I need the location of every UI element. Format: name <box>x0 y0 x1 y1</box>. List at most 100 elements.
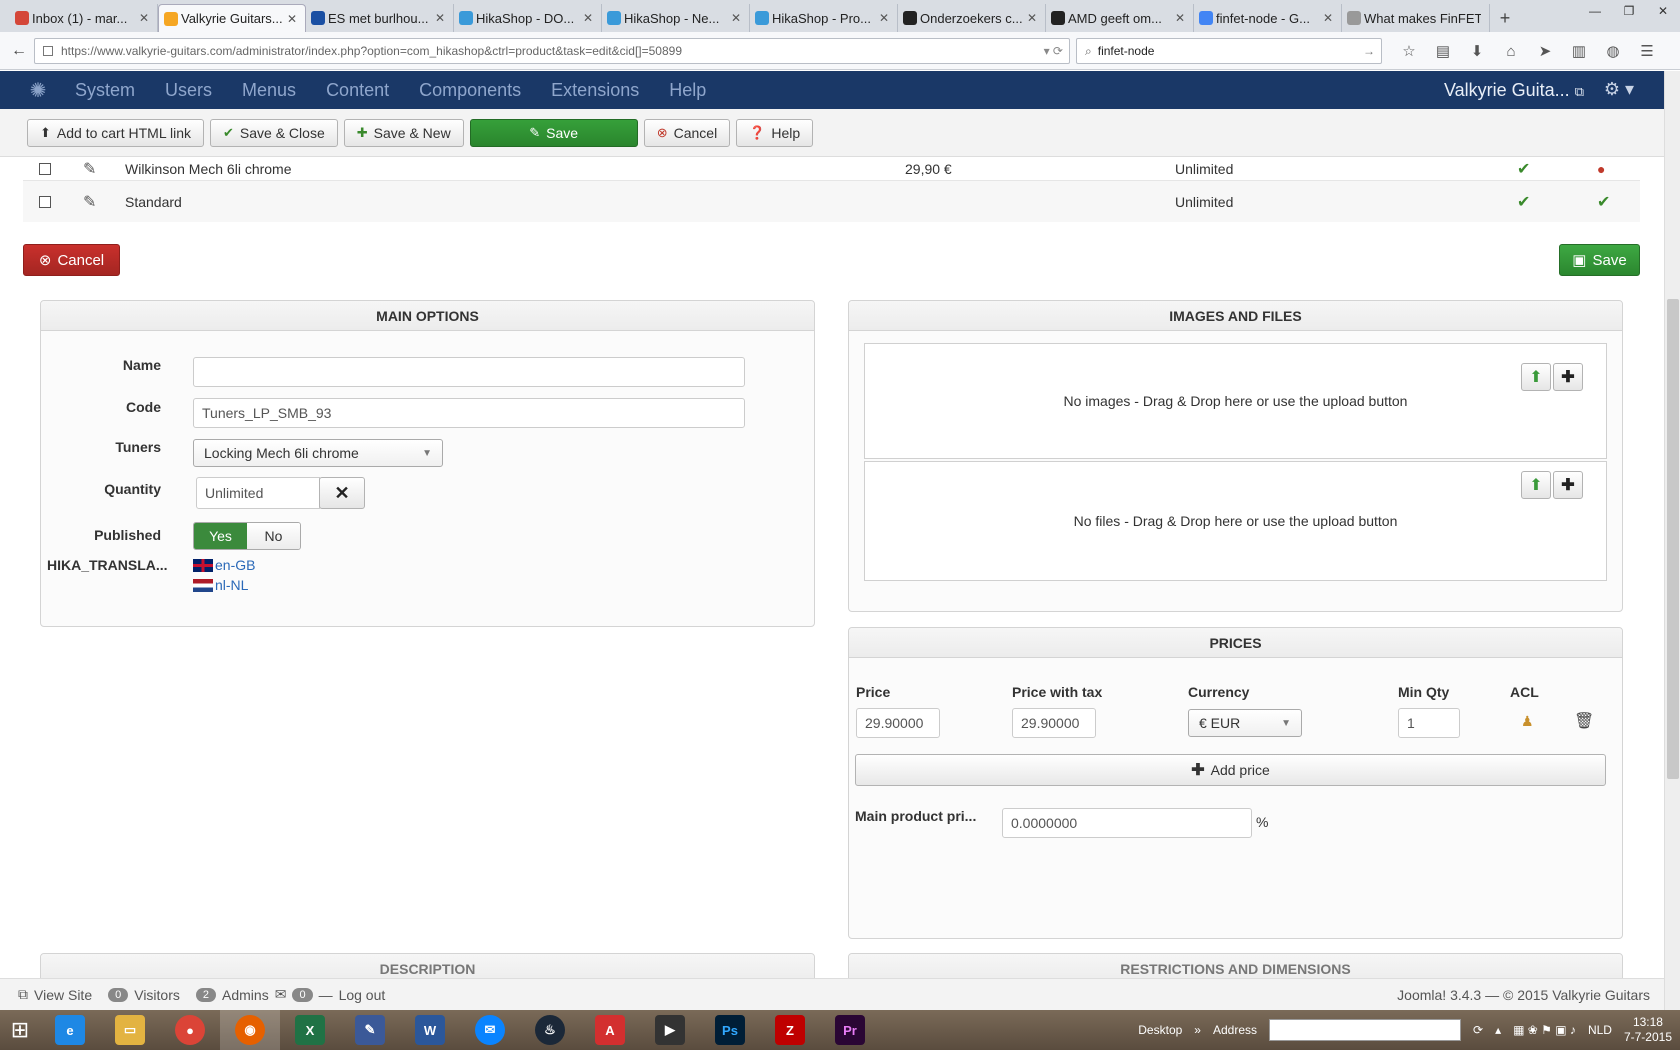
min-qty-input[interactable]: 1 <box>1398 708 1460 738</box>
edit-pencil-icon[interactable]: ✎ <box>83 159 96 179</box>
reader-icon[interactable]: ▥ <box>1562 38 1596 64</box>
main-product-price-input[interactable]: 0.0000000 <box>1002 808 1252 838</box>
reading-list-icon[interactable]: ▤ <box>1426 38 1460 64</box>
joomla-menu-item[interactable]: Help <box>654 80 721 101</box>
price-tax-input[interactable]: 29.90000 <box>1012 708 1096 738</box>
joomla-logo-icon[interactable]: ✺ <box>16 71 60 109</box>
browser-tab[interactable]: ES met burlhou... ✕ <box>306 4 454 32</box>
new-tab-button[interactable]: + <box>1490 4 1520 32</box>
gear-icon[interactable]: ⚙ ▾ <box>1604 79 1634 100</box>
chat-icon[interactable]: ◍ <box>1596 38 1630 64</box>
joomla-menu-item[interactable]: Content <box>311 80 404 101</box>
tuners-select[interactable]: Locking Mech 6li chrome ▼ <box>193 439 443 467</box>
back-icon[interactable]: ← <box>4 36 34 66</box>
tray-up-icon[interactable]: ▴ <box>1495 1023 1501 1037</box>
cancel-button[interactable]: ⊗ Cancel <box>643 118 731 147</box>
photoshop-icon[interactable]: Ps <box>700 1010 760 1050</box>
quantity-input[interactable]: Unlimited <box>196 477 320 509</box>
expand-icon[interactable]: » <box>1194 1023 1201 1037</box>
browser-tab[interactable]: HikaShop - DO... ✕ <box>454 4 602 32</box>
browser-tab[interactable]: Valkyrie Guitars... ✕ <box>158 4 306 32</box>
variant-name[interactable]: Standard <box>125 194 182 210</box>
url-bar[interactable]: https://www.valkyrie-guitars.com/adminis… <box>34 38 1070 64</box>
taskbar-address-input[interactable] <box>1269 1019 1462 1041</box>
files-dropzone[interactable]: No files - Drag & Drop here or use the u… <box>864 461 1607 581</box>
joomla-menu-item[interactable]: System <box>60 80 150 101</box>
browser-tab[interactable]: What makes FinFET... <box>1342 4 1490 32</box>
save-close-button[interactable]: ✔ Save & Close <box>210 118 338 147</box>
refresh-icon[interactable]: ⟳ <box>1473 1023 1483 1037</box>
close-tab-icon[interactable]: ✕ <box>1323 11 1333 25</box>
upload-icon[interactable]: ⬆ <box>1521 363 1551 391</box>
file-explorer-icon[interactable]: ▭ <box>100 1010 160 1050</box>
upload-icon[interactable]: ⬆ <box>1521 471 1551 499</box>
joomla-menu-item[interactable]: Components <box>404 80 536 101</box>
language-indicator[interactable]: NLD <box>1588 1023 1612 1037</box>
firefox-icon[interactable]: ◉ <box>220 1010 280 1050</box>
save-button[interactable]: ✎ Save <box>469 118 638 147</box>
joomla-menu-item[interactable]: Menus <box>227 80 311 101</box>
envelope-icon[interactable]: ✉ <box>275 986 287 1003</box>
browser-tab[interactable]: HikaShop - Ne... ✕ <box>602 4 750 32</box>
edit-pencil-icon[interactable]: ✎ <box>83 192 96 212</box>
reload-icon[interactable]: ▾ ⟳ <box>1044 44 1069 58</box>
joomla-menu-item[interactable]: Users <box>150 80 227 101</box>
save-new-button[interactable]: ✚ Save & New <box>343 118 464 147</box>
published-no[interactable]: No <box>247 523 300 549</box>
close-tab-icon[interactable]: ✕ <box>139 11 149 25</box>
close-tab-icon[interactable]: ✕ <box>583 11 593 25</box>
bookmark-star-icon[interactable]: ☆ <box>1392 38 1426 64</box>
scrollbar-thumb[interactable] <box>1667 299 1679 779</box>
download-icon[interactable]: ⬇ <box>1460 38 1494 64</box>
logout-link[interactable]: Log out <box>339 987 386 1003</box>
unpublished-icon[interactable]: ● <box>1597 161 1605 177</box>
minimize-icon[interactable]: — <box>1578 0 1612 22</box>
acrobat-icon[interactable]: A <box>580 1010 640 1050</box>
add-to-cart-link-button[interactable]: ⬆ Add to cart HTML link <box>27 118 204 147</box>
search-go-icon[interactable]: → <box>1363 44 1381 58</box>
thunderbird-icon[interactable]: ✉ <box>460 1010 520 1050</box>
view-site-link[interactable]: View Site <box>34 987 92 1003</box>
name-input[interactable] <box>193 357 745 387</box>
search-bar[interactable]: ⌕ finfet-node → <box>1076 38 1382 64</box>
joomla-menu-item[interactable]: Extensions <box>536 80 654 101</box>
clear-quantity-button[interactable]: ✕ <box>319 477 365 509</box>
clock[interactable]: 13:18 7-7-2015 <box>1624 1015 1672 1045</box>
word-icon[interactable]: W <box>400 1010 460 1050</box>
add-price-button[interactable]: ✚ Add price <box>855 754 1606 786</box>
home-icon[interactable]: ⌂ <box>1494 38 1528 64</box>
premiere-icon[interactable]: Pr <box>820 1010 880 1050</box>
chrome-icon[interactable]: ● <box>160 1010 220 1050</box>
acl-users-icon[interactable]: ♟ <box>1521 713 1534 730</box>
row-checkbox[interactable] <box>39 195 51 208</box>
close-tab-icon[interactable]: ✕ <box>731 11 741 25</box>
media-player-icon[interactable]: ▶ <box>640 1010 700 1050</box>
close-tab-icon[interactable]: ✕ <box>1175 11 1185 25</box>
close-tab-icon[interactable]: ✕ <box>879 11 889 25</box>
ie-icon[interactable]: e <box>40 1010 100 1050</box>
plus-icon[interactable]: ✚ <box>1553 471 1583 499</box>
send-icon[interactable]: ➤ <box>1528 38 1562 64</box>
browser-tab[interactable]: Inbox (1) - mar... ✕ <box>10 4 158 32</box>
desktop-toolbar[interactable]: Desktop <box>1138 1023 1182 1037</box>
published-check-icon[interactable]: ✔ <box>1597 192 1610 212</box>
steam-icon[interactable]: ♨ <box>520 1010 580 1050</box>
excel-icon[interactable]: X <box>280 1010 340 1050</box>
close-tab-icon[interactable]: ✕ <box>1027 11 1037 25</box>
variant-cancel-button[interactable]: ⊗ Cancel <box>23 244 120 276</box>
trash-icon[interactable]: 🗑 <box>1574 711 1594 731</box>
variant-save-button[interactable]: ▣ Save <box>1559 244 1640 276</box>
images-dropzone[interactable]: No images - Drag & Drop here or use the … <box>864 343 1607 459</box>
browser-tab[interactable]: Onderzoekers c... ✕ <box>898 4 1046 32</box>
windows-start-icon[interactable]: ⊞ <box>0 1010 40 1050</box>
close-tab-icon[interactable]: ✕ <box>287 12 297 26</box>
close-window-icon[interactable]: ✕ <box>1646 0 1680 22</box>
browser-tab[interactable]: HikaShop - Pro... ✕ <box>750 4 898 32</box>
tray-icons[interactable]: ▦ ❀ ⚑ ▣ ♪ <box>1513 1023 1576 1037</box>
vertical-scrollbar[interactable] <box>1664 71 1680 1010</box>
editor-icon[interactable]: ✎ <box>340 1010 400 1050</box>
default-check-icon[interactable]: ✔ <box>1517 192 1530 212</box>
lang-nl-link[interactable]: nl-NL <box>193 577 248 593</box>
row-checkbox[interactable] <box>39 163 51 175</box>
maximize-icon[interactable]: ❐ <box>1612 0 1646 22</box>
